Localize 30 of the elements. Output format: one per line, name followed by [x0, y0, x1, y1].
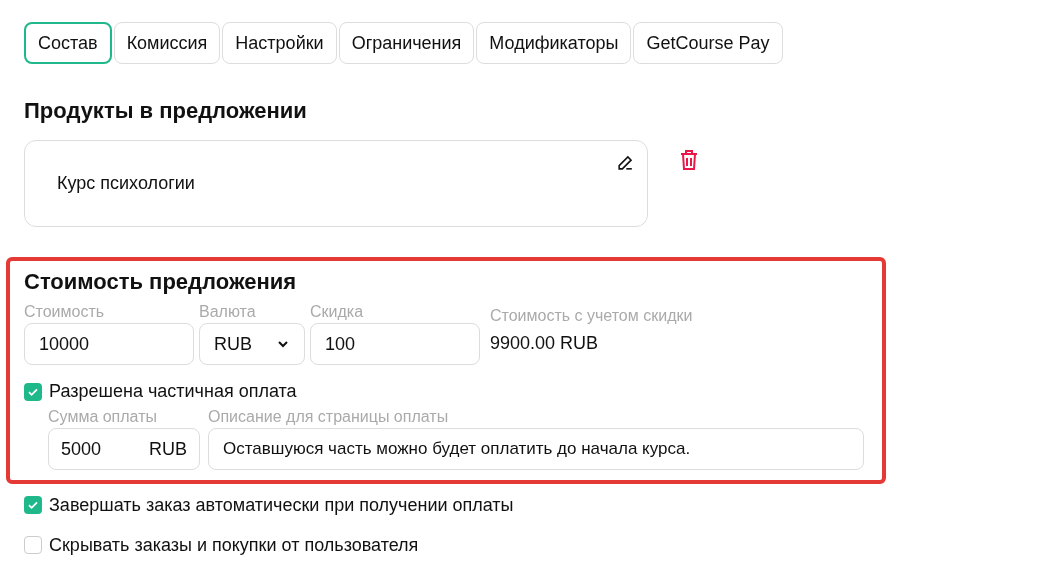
field-label: Описание для страницы оплаты — [208, 408, 450, 426]
price-field[interactable]: 10000 — [24, 323, 194, 365]
field-label: Валюта — [199, 303, 257, 321]
section-title: Стоимость предложения — [24, 269, 298, 295]
trash-icon[interactable] — [680, 150, 698, 170]
tab[interactable]: Комиссия — [113, 22, 221, 64]
tab[interactable]: Настройки — [222, 22, 337, 64]
checkbox[interactable] — [24, 382, 42, 401]
checkbox-label: Разрешена частичная оплата — [49, 381, 297, 402]
checkbox-label: Завершать заказ автоматически при получении оплаты — [49, 494, 514, 516]
check-icon — [27, 499, 39, 511]
description-field[interactable]: Оставшуюся часть можно будет оплатить до начала курса. — [208, 428, 864, 470]
field-label: Скидка — [310, 303, 365, 321]
currency-select[interactable]: RUB — [199, 323, 305, 365]
field-label: Сумма оплаты — [48, 408, 158, 426]
tab[interactable]: Ограничения — [338, 22, 475, 64]
tab[interactable]: GetCourse Pay — [633, 22, 783, 64]
checkbox-label: Скрывать заказы и покупки от пользователя — [49, 534, 419, 556]
discount-field[interactable]: 100 — [310, 323, 480, 365]
amount-field[interactable]: 5000 RUB — [48, 428, 200, 470]
pencil-icon[interactable] — [616, 153, 635, 172]
product-name: Курс психологии — [57, 173, 195, 194]
tab[interactable]: Состав — [24, 22, 112, 64]
field-label: Стоимость с учетом скидки — [490, 307, 694, 325]
section-title: Продукты в предложении — [24, 98, 308, 124]
checkbox[interactable] — [24, 536, 42, 554]
field-label: Стоимость — [24, 303, 106, 321]
tab[interactable]: Модификаторы — [476, 22, 632, 64]
checkbox[interactable] — [24, 496, 42, 514]
discounted-price: 9900.00 RUB — [490, 333, 600, 354]
